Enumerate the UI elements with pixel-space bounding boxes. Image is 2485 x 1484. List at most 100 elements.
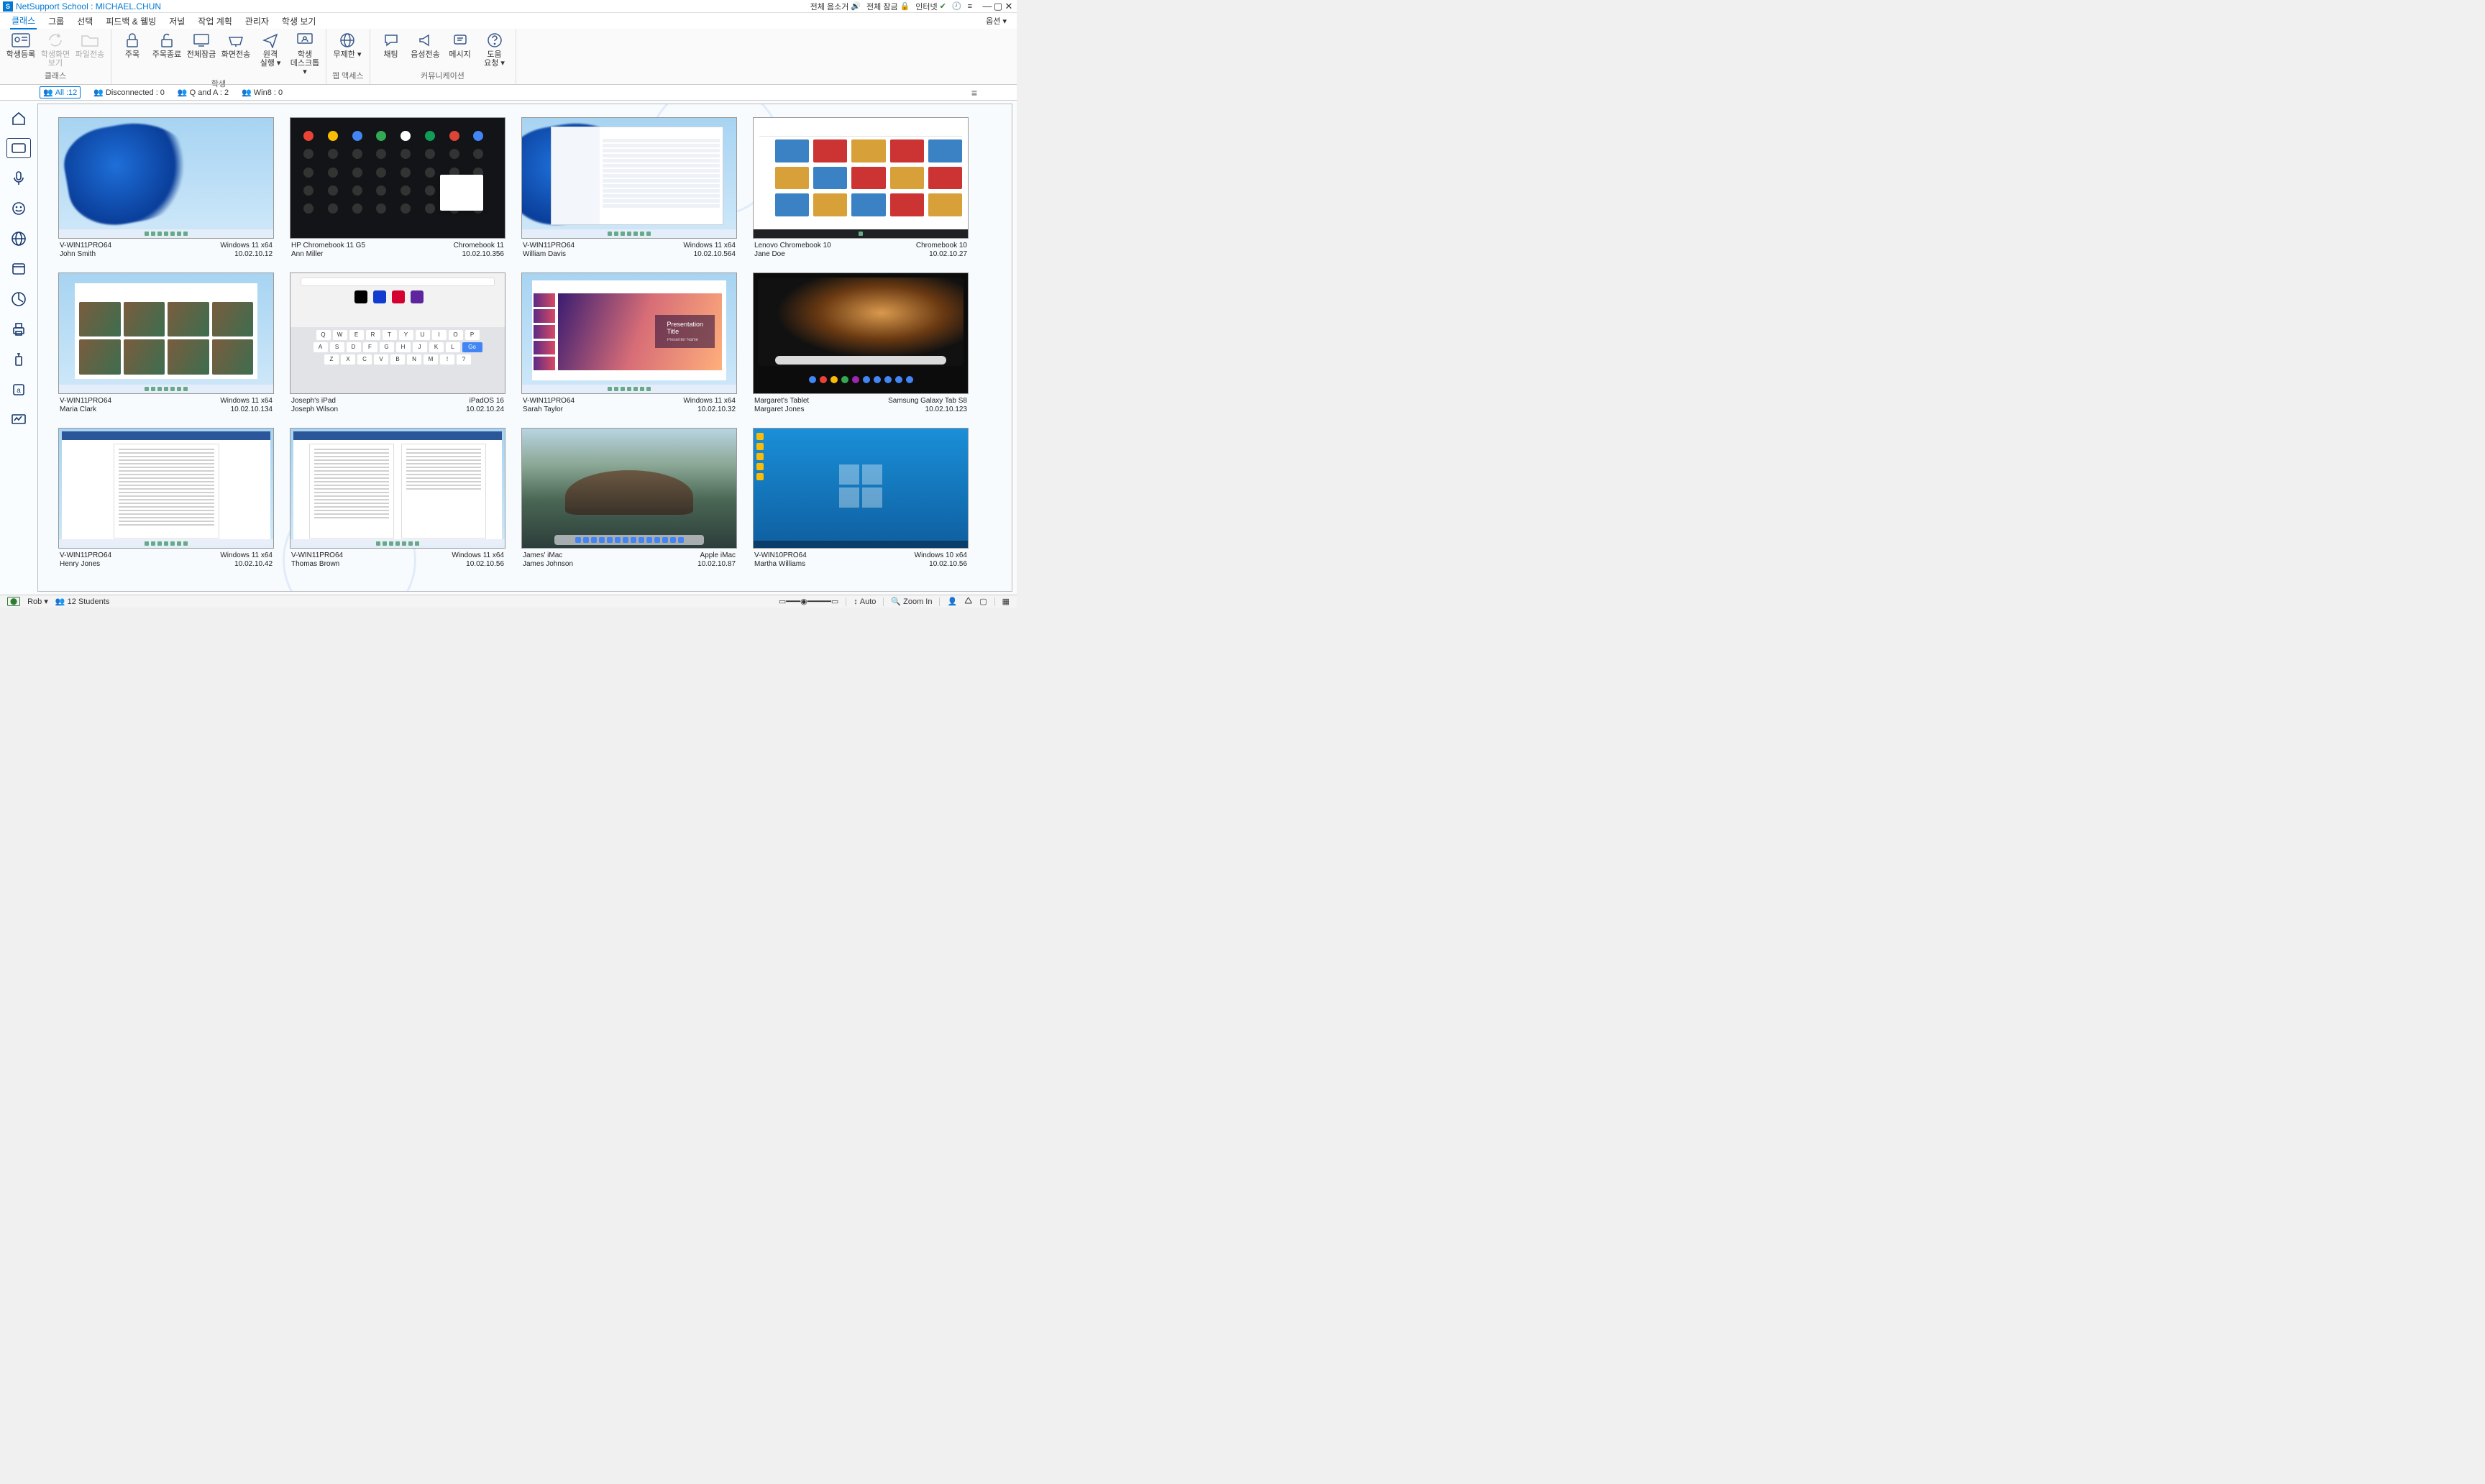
remote-run-button[interactable]: 원격 실행 ▾ <box>255 32 285 76</box>
thumbnail-meta: V-WIN11PRO64Windows 11 x64Maria Clark10.… <box>58 394 274 413</box>
menu-group[interactable]: 그룹 <box>47 14 65 29</box>
student-desktop-button[interactable]: 학생 데스크톱 ▾ <box>290 32 320 76</box>
tab-all[interactable]: 👥All :12 <box>40 86 81 99</box>
view-group-icon[interactable]: 🛆 <box>964 595 972 608</box>
statusbar: ⬤ Rob ▾ 👥 12 Students ▭━━━◉━━━━━▭ ↕ Auto… <box>0 595 1017 608</box>
options-dropdown[interactable]: 옵션 ▾ <box>986 15 1007 27</box>
auto-toggle[interactable]: ↕ Auto <box>853 597 876 606</box>
ribbon-group-web-label: 웹 액세스 <box>332 68 364 81</box>
internet-status-button[interactable]: 인터넷 ✔ <box>915 1 946 12</box>
sidebar-web[interactable] <box>6 229 31 249</box>
sidebar-survey[interactable] <box>6 289 31 309</box>
student-thumbnail[interactable]: V-WIN11PRO64Windows 11 x64Maria Clark10.… <box>58 272 274 413</box>
size-slider[interactable]: ▭━━━◉━━━━━▭ <box>779 597 838 606</box>
app-icon: S <box>3 1 13 12</box>
sidebar-monitor[interactable] <box>6 138 31 158</box>
thumbnail-viewport[interactable]: V-WIN11PRO64Windows 11 x64John Smith10.0… <box>37 104 1012 592</box>
view-grid-icon[interactable]: ▦ <box>1002 597 1010 606</box>
audio-button[interactable]: 음성전송 <box>411 32 441 68</box>
student-thumbnail[interactable]: PresentationTitlePresenter Name V-WIN11PR… <box>521 272 737 413</box>
thumb-user: Jane Doe <box>754 250 916 258</box>
lock-all-button[interactable]: 전체 잠금 🔒 <box>866 1 910 12</box>
view-single-icon[interactable]: ▢ <box>979 597 987 606</box>
globe-icon <box>337 32 357 49</box>
thumbnail-meta: Margaret's TabletSamsung Galaxy Tab S8Ma… <box>753 394 969 413</box>
sidebar-feedback[interactable] <box>6 198 31 219</box>
student-thumbnail[interactable]: V-WIN11PRO64Windows 11 x64Henry Jones10.… <box>58 428 274 569</box>
student-thumbnail[interactable]: V-WIN10PRO64Windows 10 x64Martha William… <box>753 428 969 569</box>
end-attention-button[interactable]: 주목종료 <box>152 32 182 76</box>
chat-button[interactable]: 채팅 <box>376 32 406 68</box>
attention-button[interactable]: 주목 <box>117 32 147 76</box>
sidebar-app[interactable] <box>6 259 31 279</box>
thumbnail-screen[interactable] <box>521 428 737 549</box>
menu-view[interactable]: 학생 보기 <box>280 14 318 29</box>
thumbnail-screen[interactable] <box>58 428 274 549</box>
sidebar-device[interactable] <box>6 349 31 370</box>
menu-class[interactable]: 클래스 <box>10 13 37 29</box>
tab-win8[interactable]: 👥Win8 : 0 <box>242 88 283 97</box>
student-thumbnail[interactable]: V-WIN11PRO64Windows 11 x64John Smith10.0… <box>58 117 274 258</box>
thumb-host: V-WIN11PRO64 <box>523 397 683 405</box>
thumbnail-screen[interactable] <box>290 117 505 239</box>
desktop-user-icon <box>295 32 315 49</box>
menu-admin[interactable]: 관리자 <box>244 14 270 29</box>
thumbnail-screen[interactable]: QWERTYUIOPASDFGHJKLGoZXCVBNM!? <box>290 272 505 394</box>
app-title: NetSupport School : MICHAEL.CHUN <box>16 1 161 12</box>
view-user-icon[interactable]: 👤 <box>947 597 957 606</box>
thumbnail-screen[interactable] <box>753 117 969 239</box>
student-thumbnail[interactable]: HP Chromebook 11 G5Chromebook 11Ann Mill… <box>290 117 505 258</box>
zoom-in-button[interactable]: 🔍 Zoom In <box>891 597 932 606</box>
message-button[interactable]: 메시지 <box>445 32 475 68</box>
mute-all-button[interactable]: 전체 음소거 🔊 <box>810 1 861 12</box>
clock-icon[interactable]: 🕘 <box>952 1 962 11</box>
thumbnail-screen[interactable] <box>521 117 737 239</box>
menu-icon[interactable]: ≡ <box>968 2 972 11</box>
student-thumbnail[interactable]: James' iMacApple iMacJames Johnson10.02.… <box>521 428 737 569</box>
sidebar-audio[interactable] <box>6 168 31 188</box>
menu-journal[interactable]: 저널 <box>168 14 186 29</box>
student-thumbnail[interactable]: Margaret's TabletSamsung Galaxy Tab S8Ma… <box>753 272 969 413</box>
student-thumbnail[interactable]: Lenovo Chromebook 10Chromebook 10Jane Do… <box>753 117 969 258</box>
thumbnail-screen[interactable]: PresentationTitlePresenter Name <box>521 272 737 394</box>
sidebar-print[interactable] <box>6 319 31 339</box>
menu-feedback[interactable]: 피드백 & 웰빙 <box>104 14 157 29</box>
thumbnail-screen[interactable] <box>290 428 505 549</box>
thumb-ip: 10.02.10.27 <box>916 250 967 258</box>
help-button[interactable]: 도움 요청 ▾ <box>480 32 510 68</box>
sidebar-home[interactable] <box>6 108 31 128</box>
menu-planner[interactable]: 작업 계획 <box>196 14 234 29</box>
tab-qa[interactable]: 👥Q and A : 2 <box>178 88 229 97</box>
lock-all-button[interactable]: 전체잠금 <box>186 32 216 76</box>
view-options-button[interactable]: ≡ <box>971 87 977 99</box>
thumbnail-screen[interactable] <box>753 428 969 549</box>
menu-select[interactable]: 선택 <box>75 14 94 29</box>
tab-disconnected[interactable]: 👥Disconnected : 0 <box>93 88 165 97</box>
minimize-button[interactable]: — <box>982 1 992 12</box>
thumb-os: Windows 11 x64 <box>220 551 273 559</box>
status-students: 👥 12 Students <box>55 597 109 606</box>
student-thumbnail[interactable]: QWERTYUIOPASDFGHJKLGoZXCVBNM!?Joseph's i… <box>290 272 505 413</box>
thumb-user: William Davis <box>523 250 683 258</box>
register-button[interactable]: 학생등록 <box>6 32 36 68</box>
thumb-ip: 10.02.10.42 <box>220 560 273 568</box>
thumbnail-meta: V-WIN11PRO64Windows 11 x64John Smith10.0… <box>58 239 274 258</box>
thumb-os: Windows 11 x64 <box>683 397 736 405</box>
thumb-os: Samsung Galaxy Tab S8 <box>888 397 967 405</box>
student-thumbnail[interactable]: V-WIN11PRO64Windows 11 x64William Davis1… <box>521 117 737 258</box>
thumbnail-screen[interactable] <box>58 117 274 239</box>
unlimited-button[interactable]: 무제한 ▾ <box>332 32 362 59</box>
sidebar-typing[interactable]: a <box>6 380 31 400</box>
show-button[interactable]: 화면전송 <box>221 32 251 76</box>
student-thumbnail[interactable]: V-WIN11PRO64Windows 11 x64Thomas Brown10… <box>290 428 505 569</box>
thumb-ip: 10.02.10.56 <box>452 560 504 568</box>
thumb-ip: 10.02.10.87 <box>697 560 736 568</box>
thumb-host: Lenovo Chromebook 10 <box>754 242 916 249</box>
thumbnail-screen[interactable] <box>58 272 274 394</box>
maximize-button[interactable]: ▢ <box>993 1 1003 12</box>
thumbnail-screen[interactable] <box>753 272 969 394</box>
close-button[interactable]: ✕ <box>1004 1 1014 12</box>
thumb-host: V-WIN11PRO64 <box>60 397 220 405</box>
sidebar-whiteboard[interactable] <box>6 410 31 430</box>
help-icon <box>485 32 505 49</box>
